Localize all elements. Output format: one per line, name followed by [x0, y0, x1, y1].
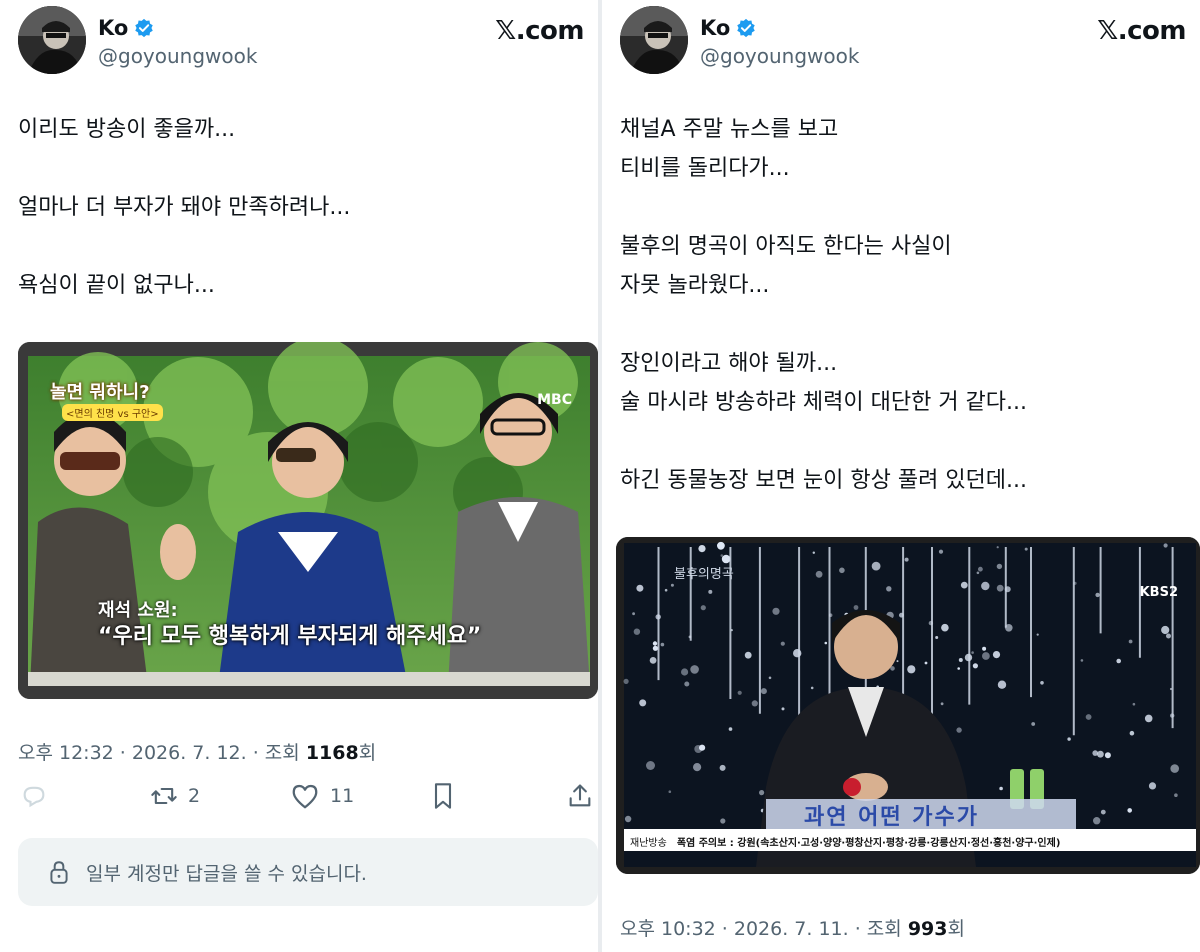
- like-button[interactable]: 11: [290, 782, 354, 810]
- like-count: 11: [330, 785, 355, 807]
- reply-button[interactable]: [20, 782, 48, 810]
- verified-badge-icon: [135, 18, 154, 38]
- avatar[interactable]: [620, 6, 688, 74]
- retweet-count: 2: [188, 785, 201, 807]
- view-suffix: 회: [358, 742, 377, 764]
- lock-icon: [50, 861, 68, 884]
- show-subtitle: <면의 친명 vs 구안>: [62, 404, 163, 421]
- tweet-paragraph: 채널A 주말 뉴스를 보고 티비를 돌리다가...: [620, 117, 839, 181]
- tweet-timestamp[interactable]: 오후 12:32 · 2026. 7. 12. · 조회: [18, 742, 306, 764]
- retweet-button[interactable]: 2: [150, 782, 200, 810]
- caption-big: “우리 모두 행복하게 부자되게 해주세요”: [98, 624, 482, 649]
- tweet-paragraph: 욕심이 끝이 없구나...: [18, 273, 215, 298]
- tweet-paragraph: 이리도 방송이 좋을까...: [18, 117, 236, 142]
- bookmark-icon: [434, 783, 452, 809]
- avatar[interactable]: [18, 6, 86, 74]
- show-logo: 놀면 뭐하니?: [50, 382, 150, 403]
- tweet-card-right: Ko @goyoungwook 𝕏.com 채널A 주말 뉴스를 보고 티비를 돌…: [602, 0, 1200, 952]
- channel-logo: KBS2: [1139, 585, 1178, 600]
- view-count: 993: [907, 918, 948, 940]
- view-suffix: 회: [947, 918, 965, 940]
- share-button[interactable]: [566, 782, 594, 810]
- heart-icon: [292, 784, 318, 809]
- tweet-header: Ko @goyoungwook 𝕏.com: [18, 6, 584, 78]
- tweet-paragraph: 얼마나 더 부자가 돼야 만족하려나...: [18, 195, 351, 220]
- channel-logo: MBC: [537, 392, 572, 408]
- reply-restriction-notice: 일부 계정만 답글을 쓸 수 있습니다.: [18, 838, 598, 906]
- reply-notice-text: 일부 계정만 답글을 쓸 수 있습니다.: [86, 862, 367, 885]
- tweet-actions: 2 11: [18, 782, 591, 822]
- view-count: 1168: [305, 742, 359, 764]
- ticker-label: 재난방송: [630, 837, 667, 849]
- news-ticker: 재난방송 폭염 주의보 : 강원(속초산지·고성·양양·평창산지·평창·강릉·강…: [624, 831, 1196, 851]
- show-logo: 불후의명곡: [674, 567, 734, 582]
- tweet-timestamp[interactable]: 오후 10:32 · 2026. 7. 11. · 조회: [620, 918, 908, 940]
- ticker-text: 폭염 주의보 : 강원(속초산지·고성·양양·평창산지·평창·강릉·강릉산지·정…: [676, 837, 1061, 849]
- author-name[interactable]: Ko: [98, 16, 128, 40]
- tweet-text: 이리도 방송이 좋을까... 얼마나 더 부자가 돼야 만족하려나... 욕심이 끝…: [18, 110, 578, 305]
- tweet-meta: 오후 10:32 · 2026. 7. 11. · 조회 993회: [620, 914, 965, 941]
- tweet-text: 채널A 주말 뉴스를 보고 티비를 돌리다가... 불후의 명곡이 아직도 한다는 …: [620, 110, 1180, 500]
- retweet-icon: [151, 787, 177, 805]
- tweet-paragraph: 하긴 동물농장 보면 눈이 항상 풀려 있던데...: [620, 468, 1028, 493]
- author-handle[interactable]: @goyoungwook: [700, 44, 859, 68]
- tweet-image[interactable]: 불후의명곡 KBS2 과연 어떤 가수가 재난방송 폭염 주의보 : 강원(속초…: [616, 537, 1200, 874]
- tweet-card-left: Ko @goyoungwook 𝕏.com 이리도 방송이 좋을까... 얼마나 …: [0, 0, 598, 952]
- tweet-header: Ko @goyoungwook 𝕏.com: [620, 6, 1186, 78]
- verified-badge-icon: [737, 18, 756, 38]
- reply-icon: [23, 786, 45, 808]
- author-handle[interactable]: @goyoungwook: [98, 44, 257, 68]
- x-logo[interactable]: 𝕏.com: [495, 16, 584, 46]
- tweet-paragraph: 장인이라고 해야 될까... 술 마시랴 방송하랴 체력이 대단한 거 같다...: [620, 351, 1028, 415]
- tweet-paragraph: 불후의 명곡이 아직도 한다는 사실이 자못 놀라웠다...: [620, 234, 952, 298]
- share-icon: [569, 784, 591, 807]
- caption-big: 과연 어떤 가수가: [804, 805, 979, 830]
- x-logo[interactable]: 𝕏.com: [1097, 16, 1186, 46]
- tweet-meta: 오후 12:32 · 2026. 7. 12. · 조회 1168회: [18, 738, 376, 765]
- bookmark-button[interactable]: [430, 782, 456, 810]
- author-name[interactable]: Ko: [700, 16, 730, 40]
- tweet-image[interactable]: 놀면 뭐하니? <면의 친명 vs 구안> MBC 재석 소원: “우리 모두 …: [18, 342, 598, 699]
